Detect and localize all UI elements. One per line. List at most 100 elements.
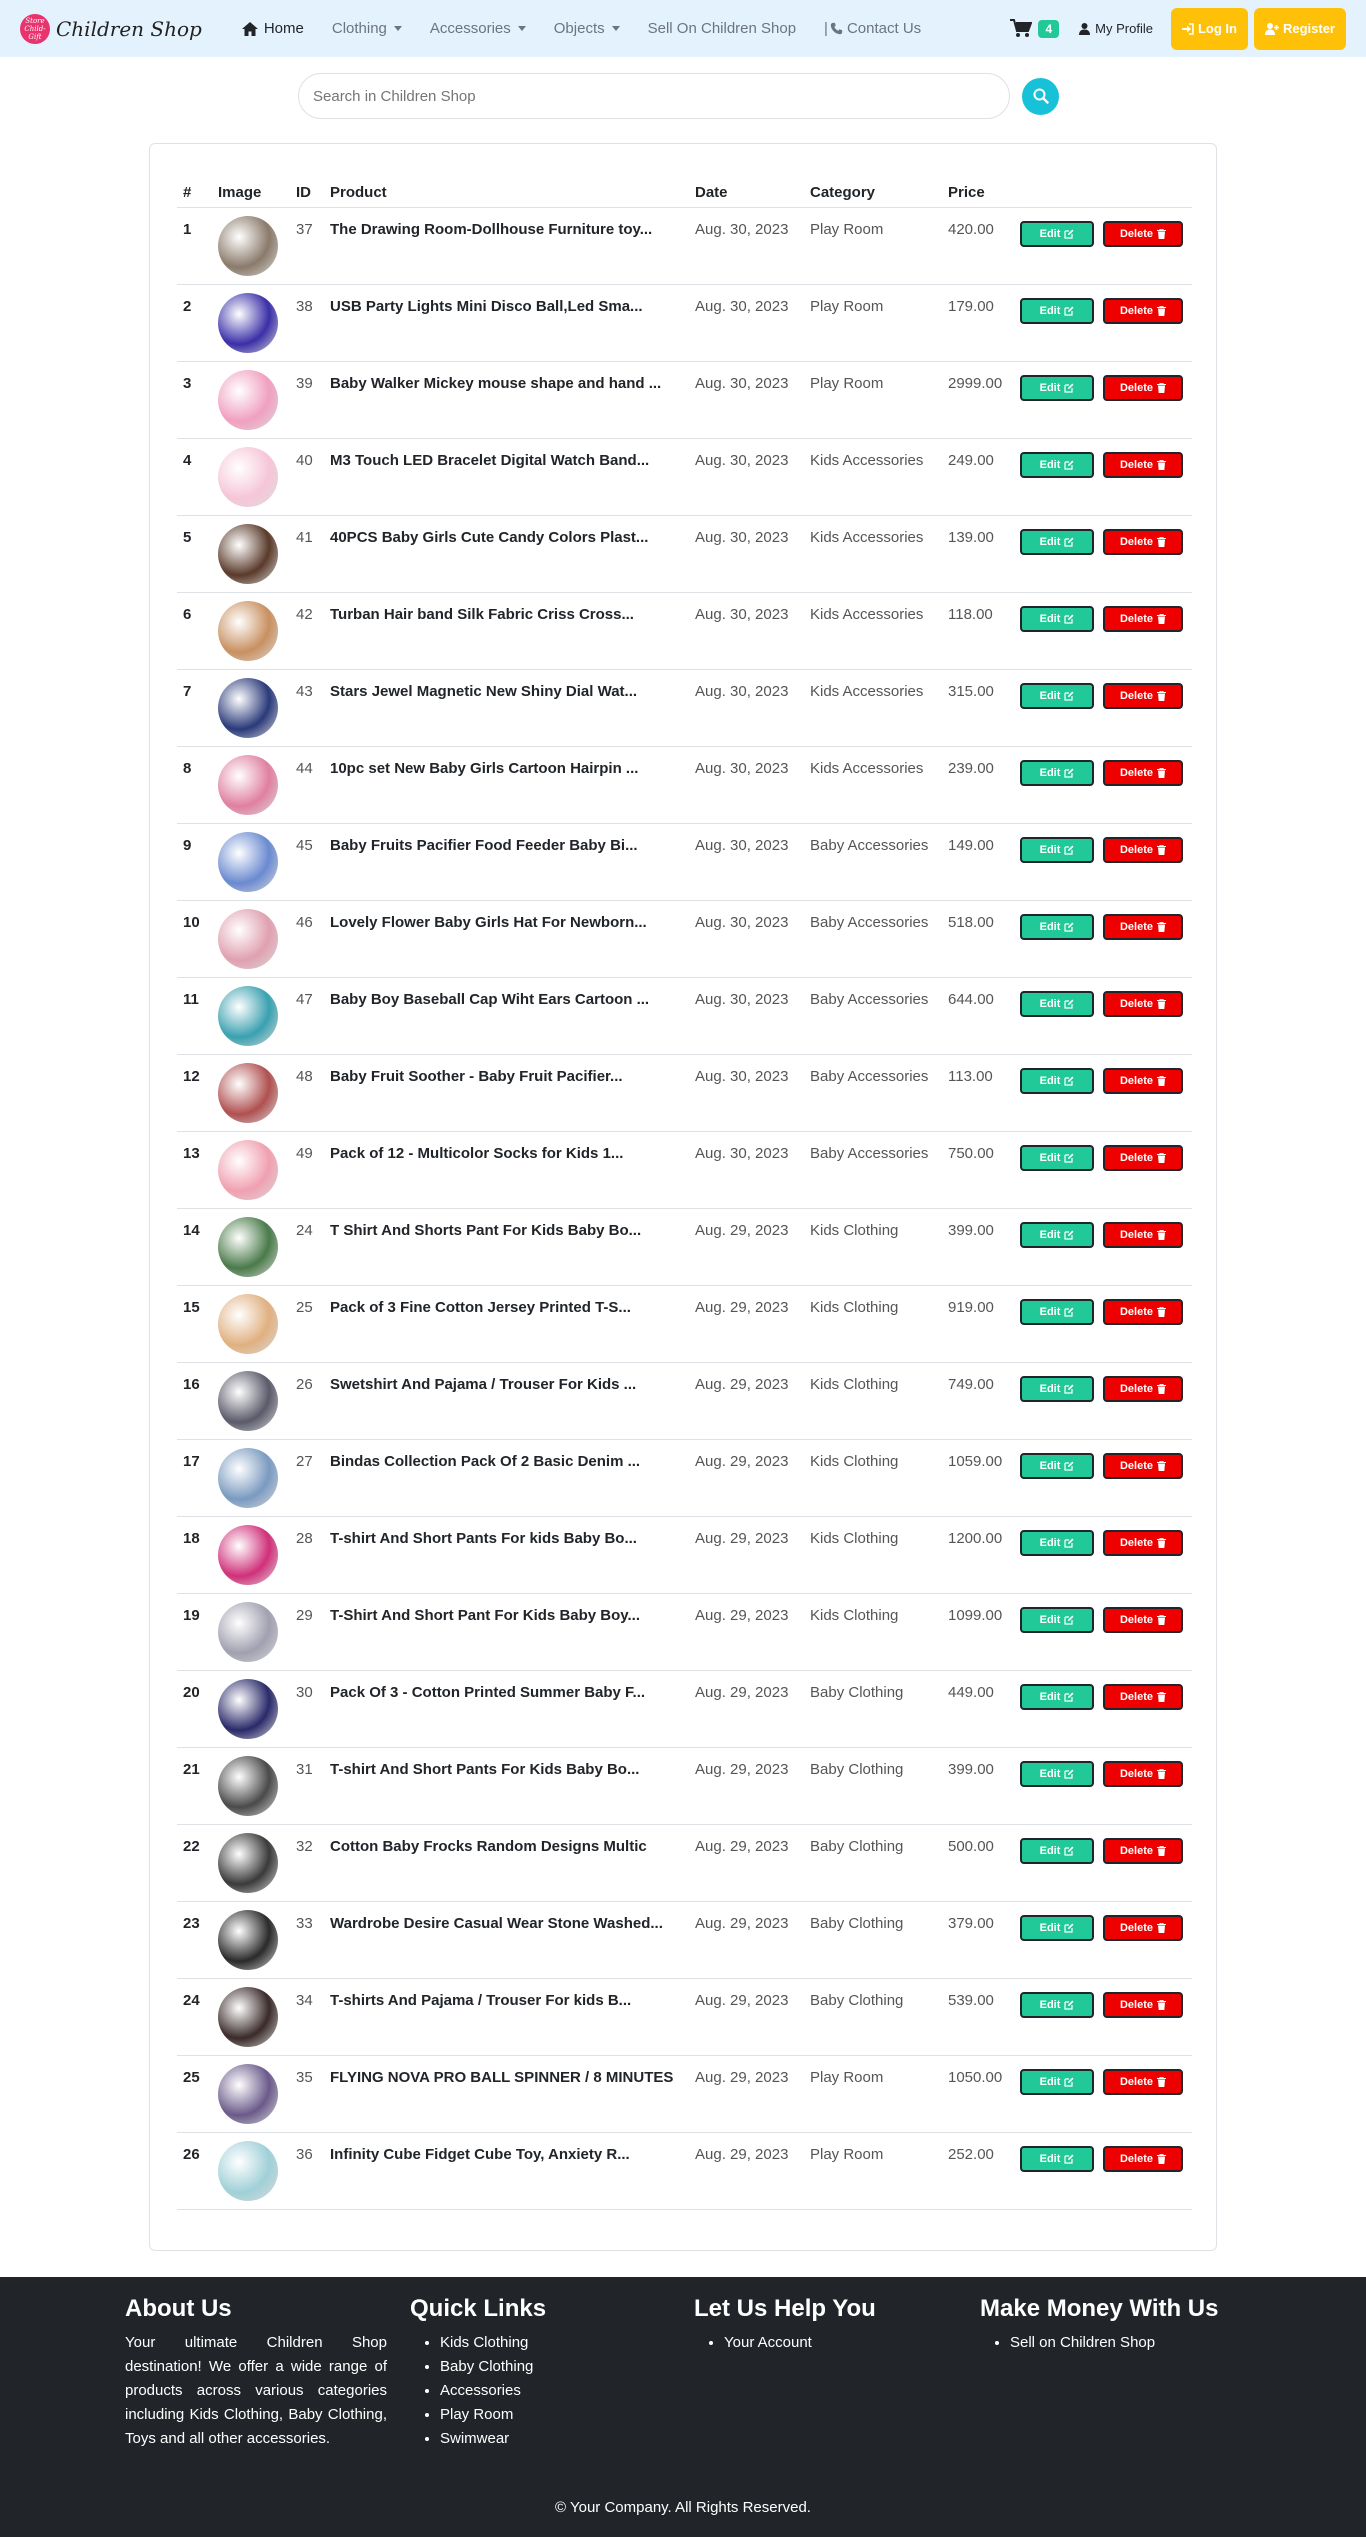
delete-button[interactable]: Delete [1103, 2068, 1183, 2095]
nav-contact[interactable]: | Contact Us [824, 20, 921, 37]
row-image-cell [212, 438, 290, 516]
edit-button[interactable]: Edit [1020, 1683, 1094, 1710]
edit-button[interactable]: Edit [1020, 451, 1094, 478]
delete-button[interactable]: Delete [1103, 759, 1183, 786]
table-header-row: # Image ID Product Date Category Price [177, 179, 1192, 208]
delete-button[interactable]: Delete [1103, 913, 1183, 940]
row-price: 149.00 [942, 823, 1014, 901]
edit-button[interactable]: Edit [1020, 297, 1094, 324]
products-card: # Image ID Product Date Category Price 1… [149, 143, 1217, 2251]
edit-icon [1064, 1923, 1074, 1933]
search-input[interactable] [298, 73, 1010, 119]
edit-button[interactable]: Edit [1020, 2068, 1094, 2095]
row-price: 1050.00 [942, 2055, 1014, 2133]
edit-button[interactable]: Edit [1020, 1067, 1094, 1094]
edit-button[interactable]: Edit [1020, 1606, 1094, 1633]
login-button[interactable]: Log In [1170, 7, 1248, 50]
edit-button[interactable]: Edit [1020, 1837, 1094, 1864]
edit-button[interactable]: Edit [1020, 836, 1094, 863]
row-number: 22 [177, 1824, 212, 1902]
edit-button[interactable]: Edit [1020, 374, 1094, 401]
row-price: 420.00 [942, 207, 1014, 285]
delete-button[interactable]: Delete [1103, 1452, 1183, 1479]
footer-link-kids-clothing[interactable]: Kids Clothing [440, 2331, 546, 2355]
row-id: 40 [290, 438, 324, 516]
edit-button[interactable]: Edit [1020, 528, 1094, 555]
delete-button[interactable]: Delete [1103, 836, 1183, 863]
product-thumbnail [218, 369, 278, 430]
edit-button[interactable]: Edit [1020, 1991, 1094, 2018]
edit-button[interactable]: Edit [1020, 913, 1094, 940]
row-image-cell [212, 2132, 290, 2210]
edit-button[interactable]: Edit [1020, 1144, 1094, 1171]
delete-button[interactable]: Delete [1103, 451, 1183, 478]
edit-button[interactable]: Edit [1020, 2145, 1094, 2172]
nav-objects-dropdown[interactable]: Objects [554, 20, 620, 37]
footer-link-baby-clothing[interactable]: Baby Clothing [440, 2355, 546, 2379]
edit-button[interactable]: Edit [1020, 990, 1094, 1017]
row-number: 4 [177, 438, 212, 516]
delete-button[interactable]: Delete [1103, 1760, 1183, 1787]
edit-button[interactable]: Edit [1020, 1298, 1094, 1325]
footer-link-accessories[interactable]: Accessories [440, 2379, 546, 2403]
delete-button[interactable]: Delete [1103, 990, 1183, 1017]
nav-accessories-dropdown[interactable]: Accessories [430, 20, 526, 37]
edit-button[interactable]: Edit [1020, 220, 1094, 247]
delete-button[interactable]: Delete [1103, 1375, 1183, 1402]
delete-button[interactable]: Delete [1103, 220, 1183, 247]
delete-button[interactable]: Delete [1103, 1067, 1183, 1094]
row-number: 16 [177, 1362, 212, 1440]
delete-button[interactable]: Delete [1103, 1837, 1183, 1864]
delete-button[interactable]: Delete [1103, 1683, 1183, 1710]
delete-button[interactable]: Delete [1103, 374, 1183, 401]
row-category: Kids Clothing [804, 1362, 942, 1440]
edit-button[interactable]: Edit [1020, 1914, 1094, 1941]
nav-clothing-dropdown[interactable]: Clothing [332, 20, 402, 37]
delete-label: Delete [1119, 1382, 1154, 1395]
row-category: Kids Accessories [804, 438, 942, 516]
delete-button[interactable]: Delete [1103, 1914, 1183, 1941]
footer-link-your-account[interactable]: Your Account [724, 2331, 876, 2355]
delete-button[interactable]: Delete [1103, 605, 1183, 632]
row-image-cell [212, 1670, 290, 1748]
register-button[interactable]: Register [1253, 7, 1346, 50]
edit-button[interactable]: Edit [1020, 682, 1094, 709]
delete-button[interactable]: Delete [1103, 1144, 1183, 1171]
cart-button[interactable]: 4 [1010, 19, 1060, 38]
edit-button[interactable]: Edit [1020, 1221, 1094, 1248]
row-category: Baby Accessories [804, 1131, 942, 1209]
row-number: 5 [177, 515, 212, 593]
edit-label: Edit [1039, 1613, 1061, 1626]
row-image-cell [212, 515, 290, 593]
edit-button[interactable]: Edit [1020, 1529, 1094, 1556]
delete-label: Delete [1119, 2152, 1154, 2165]
edit-button[interactable]: Edit [1020, 605, 1094, 632]
edit-label: Edit [1039, 1459, 1061, 1472]
delete-button[interactable]: Delete [1103, 2145, 1183, 2172]
footer-link-play-room[interactable]: Play Room [440, 2403, 546, 2427]
edit-label: Edit [1039, 1151, 1061, 1164]
edit-button[interactable]: Edit [1020, 1760, 1094, 1787]
delete-button[interactable]: Delete [1103, 1991, 1183, 2018]
nav-home[interactable]: Home [241, 20, 304, 37]
table-row: 26 36 Infinity Cube Fidget Cube Toy, Anxie… [177, 2132, 1192, 2210]
delete-button[interactable]: Delete [1103, 1221, 1183, 1248]
edit-button[interactable]: Edit [1020, 1375, 1094, 1402]
delete-button[interactable]: Delete [1103, 1529, 1183, 1556]
delete-button[interactable]: Delete [1103, 528, 1183, 555]
search-button[interactable] [1022, 77, 1059, 115]
delete-button[interactable]: Delete [1103, 1606, 1183, 1633]
edit-button[interactable]: Edit [1020, 1452, 1094, 1479]
edit-label: Edit [1039, 1228, 1061, 1241]
my-profile-link[interactable]: My Profile [1079, 21, 1153, 36]
delete-button[interactable]: Delete [1103, 1298, 1183, 1325]
brand-link[interactable]: Store Child-Gift Children Shop [20, 13, 202, 44]
delete-button[interactable]: Delete [1103, 682, 1183, 709]
footer-link-sell[interactable]: Sell on Children Shop [1010, 2331, 1219, 2355]
nav-sell[interactable]: Sell On Children Shop [648, 20, 796, 37]
row-id: 48 [290, 1054, 324, 1132]
edit-button[interactable]: Edit [1020, 759, 1094, 786]
delete-button[interactable]: Delete [1103, 297, 1183, 324]
row-number: 24 [177, 1978, 212, 2056]
footer-link-swimwear[interactable]: Swimwear [440, 2427, 546, 2451]
